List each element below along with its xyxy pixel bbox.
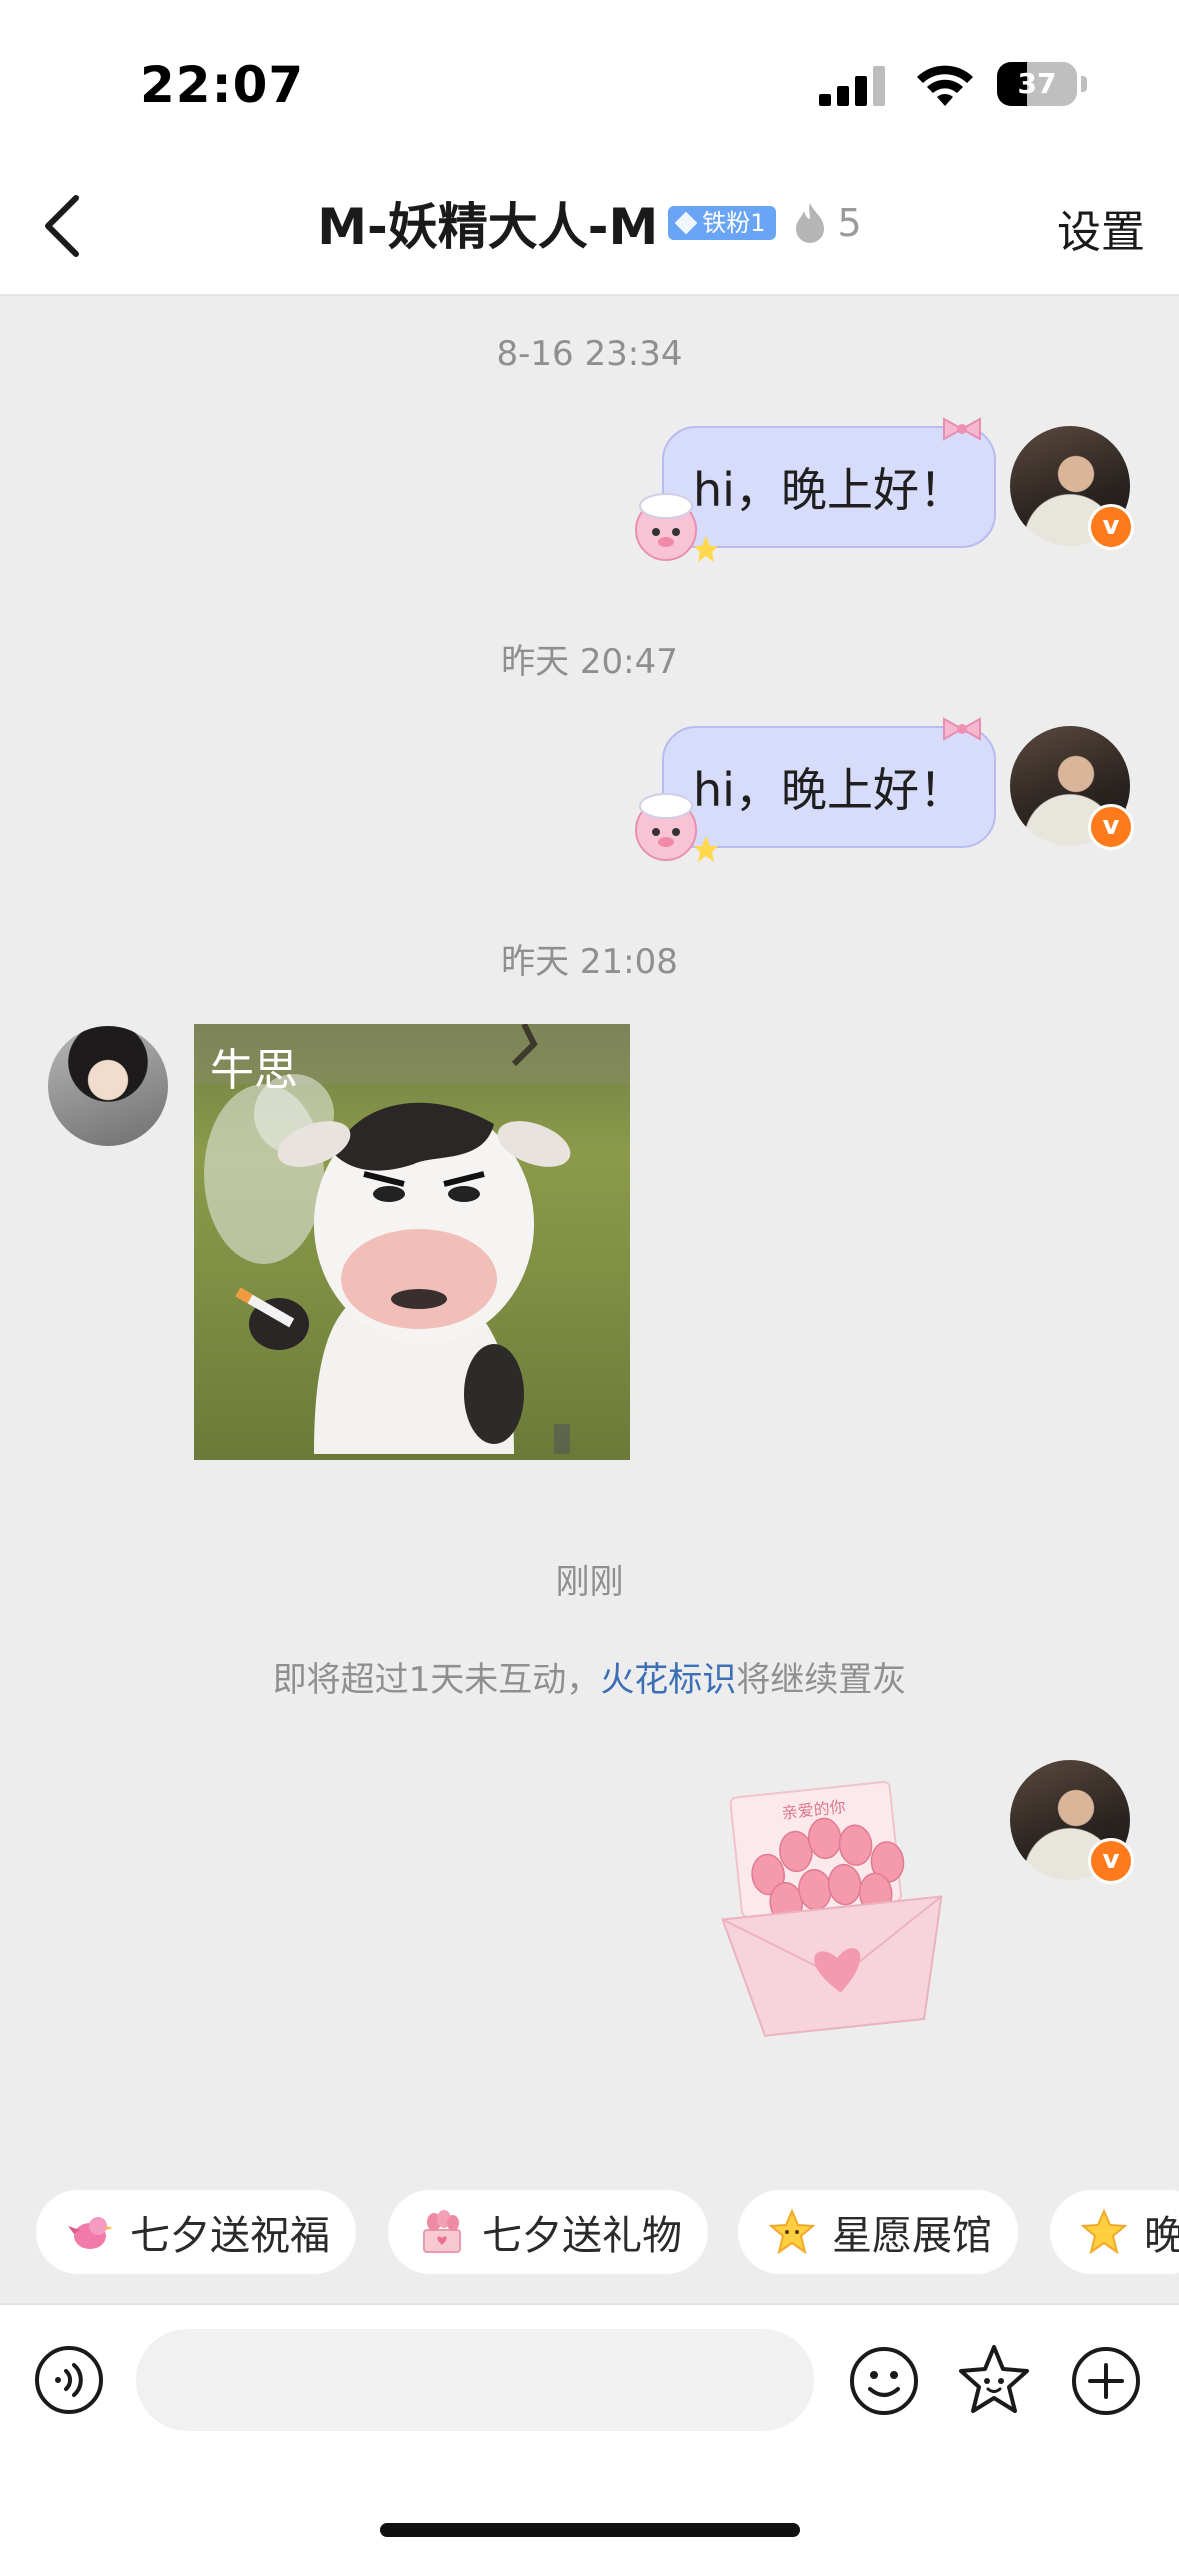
fan-level-label: 铁粉1 xyxy=(702,209,766,237)
quick-action-qixi-gift[interactable]: 七夕送礼物 xyxy=(388,2190,708,2274)
image-caption: 牛思 xyxy=(210,1045,298,1096)
notice-text-prefix: 即将超过1天未互动， xyxy=(272,1660,601,1700)
quick-action-qixi-blessing[interactable]: 七夕送祝福 xyxy=(36,2190,356,2274)
tulip-envelope-sticker[interactable]: 亲爱的你 xyxy=(712,1768,952,2048)
spark-flame-icon[interactable] xyxy=(790,201,830,245)
star-icon xyxy=(1080,2208,1128,2255)
quick-action-wish-gallery[interactable]: 星愿展馆 xyxy=(738,2190,1018,2274)
message-text: hi，晚上好！ xyxy=(693,463,965,517)
notice-text-suffix: 将继续置灰 xyxy=(736,1660,907,1700)
message-text: hi，晚上好！ xyxy=(693,763,965,817)
home-indicator[interactable] xyxy=(380,2523,800,2537)
chat-title: M-妖精大人-M xyxy=(317,198,659,256)
notice-timestamp: 刚刚 xyxy=(555,1562,624,1602)
chat-header: M-妖精大人-M 铁粉1 5 设置 xyxy=(0,160,1179,296)
cellular-signal-icon xyxy=(819,66,885,106)
chat-title-group: M-妖精大人-M 铁粉1 5 xyxy=(0,188,1179,258)
verified-v-badge: v xyxy=(1088,1838,1134,1884)
spark-notice: 即将超过1天未互动，火花标识将继续置灰 xyxy=(0,1652,1179,1701)
quick-action-label: 七夕送礼物 xyxy=(482,2213,682,2259)
bow-decoration-icon xyxy=(943,717,981,741)
settings-button[interactable]: 设置 xyxy=(1057,196,1145,260)
status-time: 22:07 xyxy=(140,56,305,114)
spark-count: 5 xyxy=(837,201,862,245)
message-input-bar xyxy=(0,2303,1179,2558)
star-icon xyxy=(768,2208,816,2255)
plus-icon[interactable] xyxy=(1070,2345,1142,2417)
cow-meme-image[interactable]: 牛思 xyxy=(194,1024,630,1460)
wifi-icon xyxy=(917,65,973,106)
bear-sticker-icon xyxy=(635,493,718,562)
voice-icon[interactable] xyxy=(34,2345,104,2415)
message-timestamp: 昨天 20:47 xyxy=(501,642,678,682)
bird-icon xyxy=(68,2217,113,2249)
star-sticker-icon[interactable] xyxy=(954,2341,1034,2421)
quick-action-label: 七夕送祝福 xyxy=(130,2213,330,2259)
fan-level-badge[interactable]: 铁粉1 xyxy=(668,206,776,240)
bear-sticker-icon xyxy=(635,793,718,862)
quick-action-partial[interactable]: 晚 xyxy=(1050,2190,1179,2274)
verified-v-badge: v xyxy=(1088,504,1134,550)
message-timestamp: 昨天 21:08 xyxy=(501,942,678,982)
gift-icon xyxy=(423,2210,461,2253)
diamond-icon xyxy=(674,211,698,235)
quick-action-label: 晚 xyxy=(1144,2213,1179,2259)
message-input[interactable] xyxy=(136,2329,814,2431)
contact-avatar[interactable] xyxy=(48,1026,168,1146)
battery-icon: 37 xyxy=(997,62,1089,106)
bow-decoration-icon xyxy=(943,417,981,441)
message-timestamp: 8-16 23:34 xyxy=(496,334,683,374)
quick-action-bar: 七夕送祝福 七夕送礼物 星愿展馆 晚 xyxy=(0,2190,1179,2276)
spark-link[interactable]: 火花标识 xyxy=(600,1660,736,1700)
battery-level: 37 xyxy=(1017,67,1057,100)
status-indicators: 37 xyxy=(819,60,1179,110)
status-bar: 22:07 37 xyxy=(0,0,1179,160)
quick-action-label: 星愿展馆 xyxy=(832,2213,992,2259)
emoji-icon[interactable] xyxy=(848,2345,920,2417)
verified-v-badge: v xyxy=(1088,804,1134,850)
